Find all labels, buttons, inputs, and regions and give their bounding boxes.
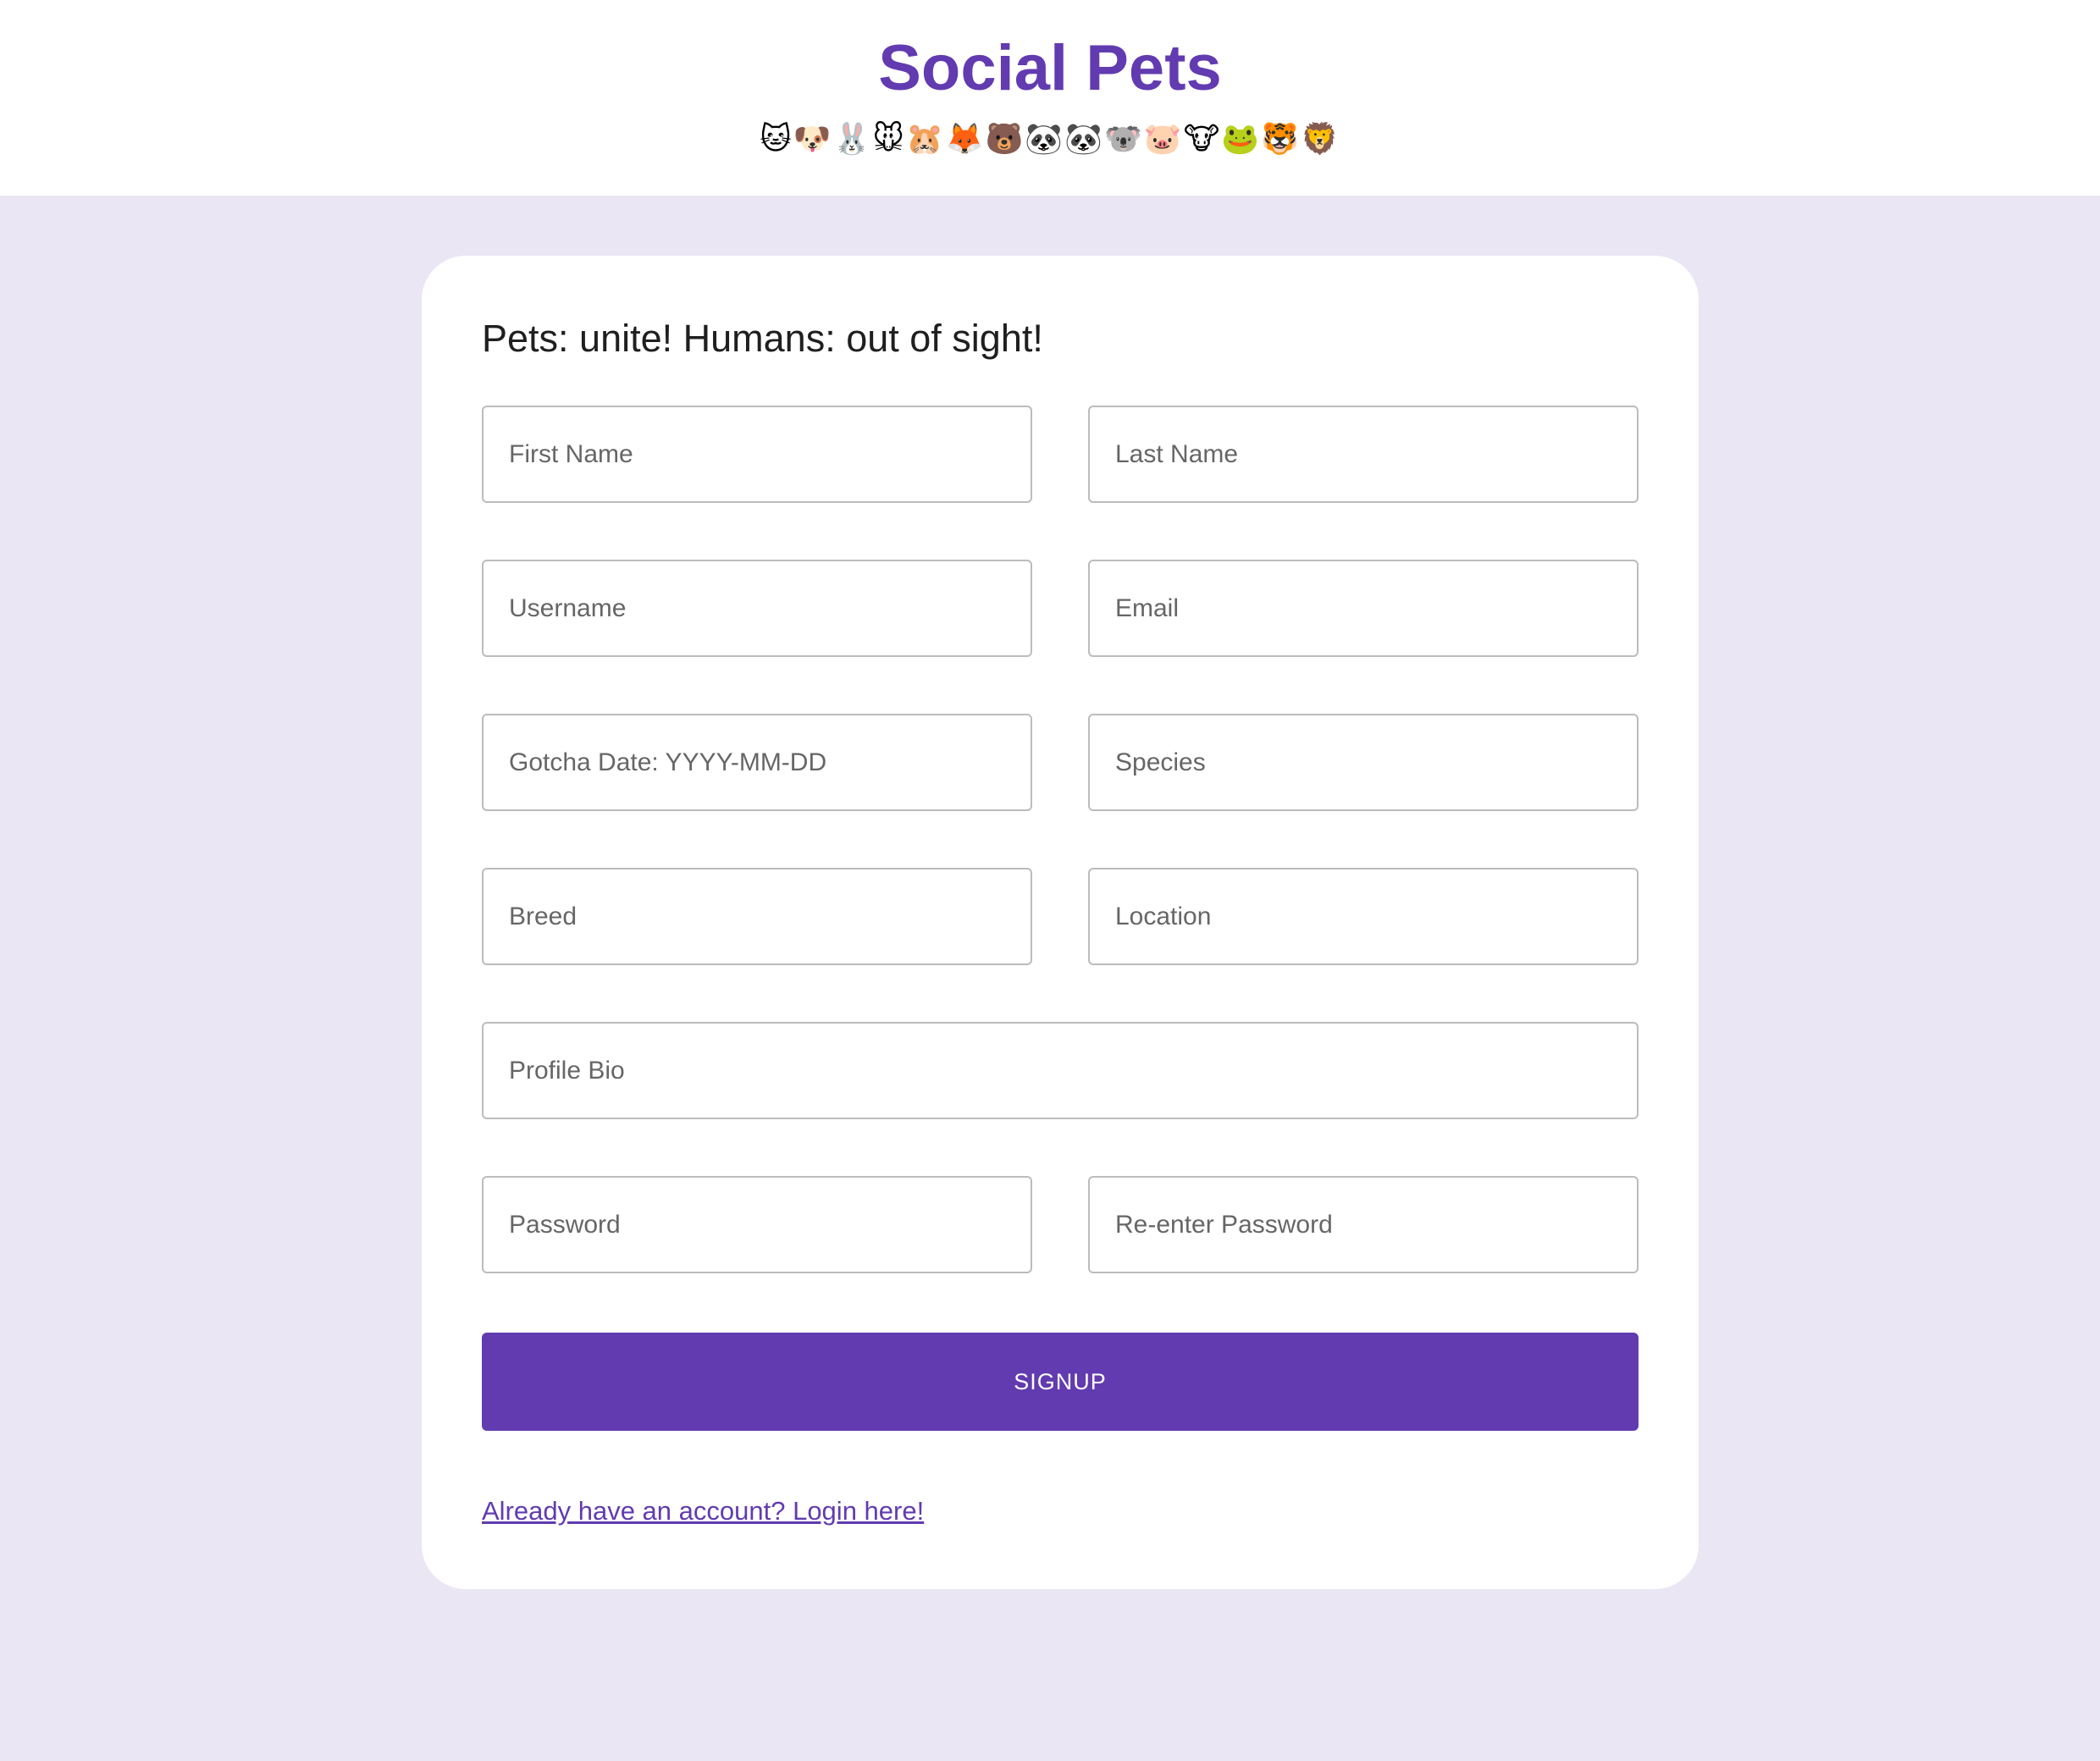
username-input[interactable] — [482, 560, 1032, 657]
email-input[interactable] — [1088, 560, 1639, 657]
breed-input[interactable] — [482, 868, 1032, 965]
password-input[interactable] — [482, 1176, 1032, 1273]
profile-bio-input[interactable] — [482, 1022, 1639, 1119]
site-header: Social Pets 🐱🐶🐰🐭🐹🦊🐻🐼🐼🐨🐷🐮🐸🐯🦁 — [0, 0, 2100, 196]
animal-emoji-strip: 🐱🐶🐰🐭🐹🦊🐻🐼🐼🐨🐷🐮🐸🐯🦁 — [760, 122, 1340, 157]
first-name-input[interactable] — [482, 406, 1032, 503]
login-link[interactable]: Already have an account? Login here! — [482, 1493, 924, 1530]
signup-card: Pets: unite! Humans: out of sight! SIGNU… — [422, 256, 1699, 1589]
species-input[interactable] — [1088, 714, 1639, 811]
signup-heading: Pets: unite! Humans: out of sight! — [482, 317, 1043, 360]
gotcha-date-input[interactable] — [482, 714, 1032, 811]
last-name-input[interactable] — [1088, 406, 1639, 503]
signup-button[interactable]: SIGNUP — [482, 1333, 1639, 1431]
site-title: Social Pets — [878, 32, 1222, 104]
location-input[interactable] — [1088, 868, 1639, 965]
reenter-password-input[interactable] — [1088, 1176, 1639, 1273]
